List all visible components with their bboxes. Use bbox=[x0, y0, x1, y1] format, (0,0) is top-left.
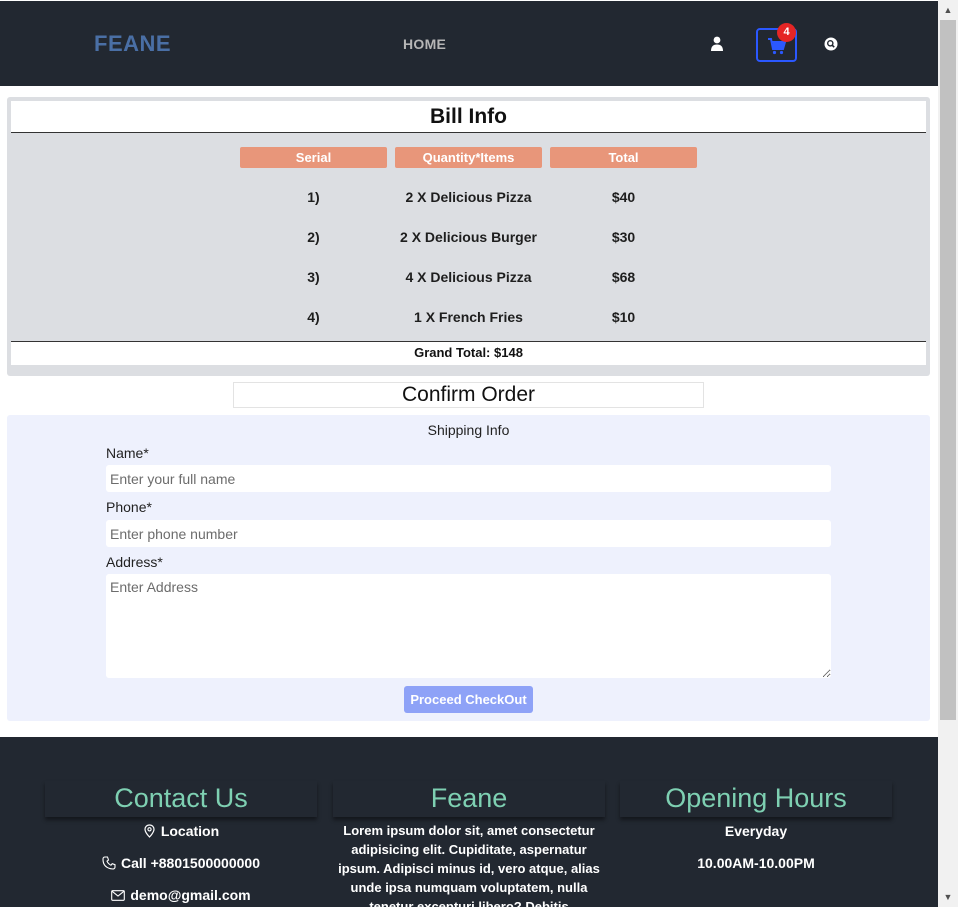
proceed-checkout-button[interactable]: Proceed CheckOut bbox=[404, 686, 533, 713]
address-textarea[interactable] bbox=[106, 574, 831, 678]
bill-title: Bill Info bbox=[430, 105, 507, 128]
bill-info-panel: Bill Info Serial Quantity*Items Total 1)… bbox=[7, 97, 930, 376]
address-label: Address* bbox=[106, 554, 163, 570]
contact-phone[interactable]: Call +8801500000000 bbox=[45, 855, 317, 871]
contact-us-heading: Contact Us bbox=[45, 781, 317, 817]
row-item: 4 X Delicious Pizza bbox=[405, 269, 532, 285]
opening-days: Everyday bbox=[724, 823, 788, 839]
user-icon[interactable] bbox=[710, 36, 724, 51]
grand-total-bar: Grand Total: $148 bbox=[11, 341, 926, 365]
shipping-form: Shipping Info Name* Phone* Address* Proc… bbox=[7, 415, 930, 721]
scrollbar-thumb[interactable] bbox=[940, 20, 956, 720]
row-serial: 2) bbox=[307, 229, 320, 245]
contact-email[interactable]: demo@gmail.com bbox=[45, 887, 317, 903]
about-heading: Feane bbox=[333, 781, 605, 817]
opening-hours-heading: Opening Hours bbox=[620, 781, 892, 817]
confirm-order-heading-box: Confirm Order bbox=[233, 382, 704, 408]
name-label: Name* bbox=[106, 445, 149, 461]
scroll-down-arrow[interactable]: ▼ bbox=[938, 887, 958, 907]
email-text: demo@gmail.com bbox=[130, 887, 251, 903]
footer: Contact Us Feane Opening Hours Location … bbox=[0, 737, 938, 907]
phone-label: Phone* bbox=[106, 499, 152, 515]
grand-total: Grand Total: $148 bbox=[414, 345, 523, 360]
row-serial: 1) bbox=[307, 189, 320, 205]
scroll-up-arrow[interactable]: ▲ bbox=[938, 0, 958, 20]
bill-title-bar: Bill Info bbox=[11, 101, 926, 133]
contact-location[interactable]: Location bbox=[45, 823, 317, 839]
location-text: Location bbox=[160, 823, 220, 839]
mail-icon bbox=[111, 889, 126, 901]
top-navbar: FEANE HOME 4 bbox=[0, 0, 938, 86]
cart-count-badge: 4 bbox=[777, 23, 796, 42]
row-item: 2 X Delicious Pizza bbox=[405, 189, 532, 205]
name-input[interactable] bbox=[106, 465, 831, 492]
column-header-items: Quantity*Items bbox=[395, 147, 542, 168]
row-serial: 4) bbox=[307, 309, 320, 325]
column-header-serial: Serial bbox=[240, 147, 387, 168]
nav-link-home[interactable]: HOME bbox=[403, 36, 446, 52]
search-icon[interactable] bbox=[824, 37, 838, 51]
phone-input[interactable] bbox=[106, 520, 831, 547]
row-total: $40 bbox=[611, 189, 636, 205]
location-pin-icon bbox=[144, 824, 155, 838]
page-viewport: FEANE HOME 4 Bill Info Serial Quantity*I… bbox=[0, 0, 938, 907]
about-text: Lorem ipsum dolor sit, amet consectetur … bbox=[338, 823, 600, 907]
row-item: 1 X French Fries bbox=[414, 309, 523, 325]
brand-logo[interactable]: FEANE bbox=[94, 31, 171, 57]
row-total: $10 bbox=[611, 309, 636, 325]
vertical-scrollbar[interactable]: ▲ ▼ bbox=[938, 0, 958, 907]
column-header-total: Total bbox=[550, 147, 697, 168]
shipping-info-title: Shipping Info bbox=[427, 422, 510, 438]
row-item: 2 X Delicious Burger bbox=[400, 229, 537, 245]
phone-text: Call +8801500000000 bbox=[121, 855, 260, 871]
phone-icon bbox=[102, 856, 116, 870]
row-total: $30 bbox=[611, 229, 636, 245]
opening-time: 10.00AM-10.00PM bbox=[697, 855, 815, 871]
row-serial: 3) bbox=[307, 269, 320, 285]
confirm-order-title: Confirm Order bbox=[401, 383, 536, 406]
row-total: $68 bbox=[611, 269, 636, 285]
